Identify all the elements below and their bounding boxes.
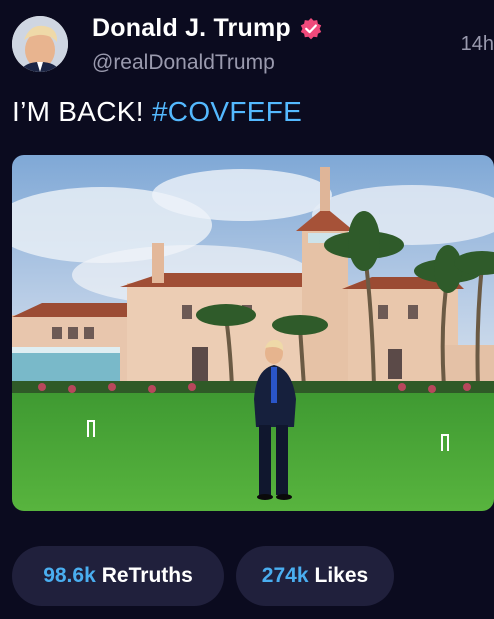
post-media-image[interactable] — [12, 155, 494, 511]
post-text: I’M BACK! #COVFEFE — [12, 96, 302, 128]
verified-badge-icon — [299, 17, 323, 41]
likes-label: Likes — [314, 564, 369, 587]
post-body-text: I’M BACK! — [12, 96, 144, 127]
post-timestamp: 14h — [460, 33, 494, 55]
author-name-row: Donald J. Trump — [92, 14, 323, 43]
author-display-name[interactable]: Donald J. Trump — [92, 14, 291, 43]
author-avatar[interactable] — [12, 16, 68, 72]
likes-count: 274k — [261, 564, 309, 587]
hashtag-link[interactable]: #COVFEFE — [152, 96, 302, 127]
retruths-button[interactable]: 98.6k ReTruths — [12, 546, 224, 606]
retruths-count: 98.6k — [43, 564, 96, 587]
retruths-label: ReTruths — [101, 564, 193, 587]
likes-button[interactable]: 274k Likes — [236, 546, 394, 606]
avatar-image — [12, 16, 68, 72]
author-handle[interactable]: @realDonaldTrump — [92, 51, 275, 75]
